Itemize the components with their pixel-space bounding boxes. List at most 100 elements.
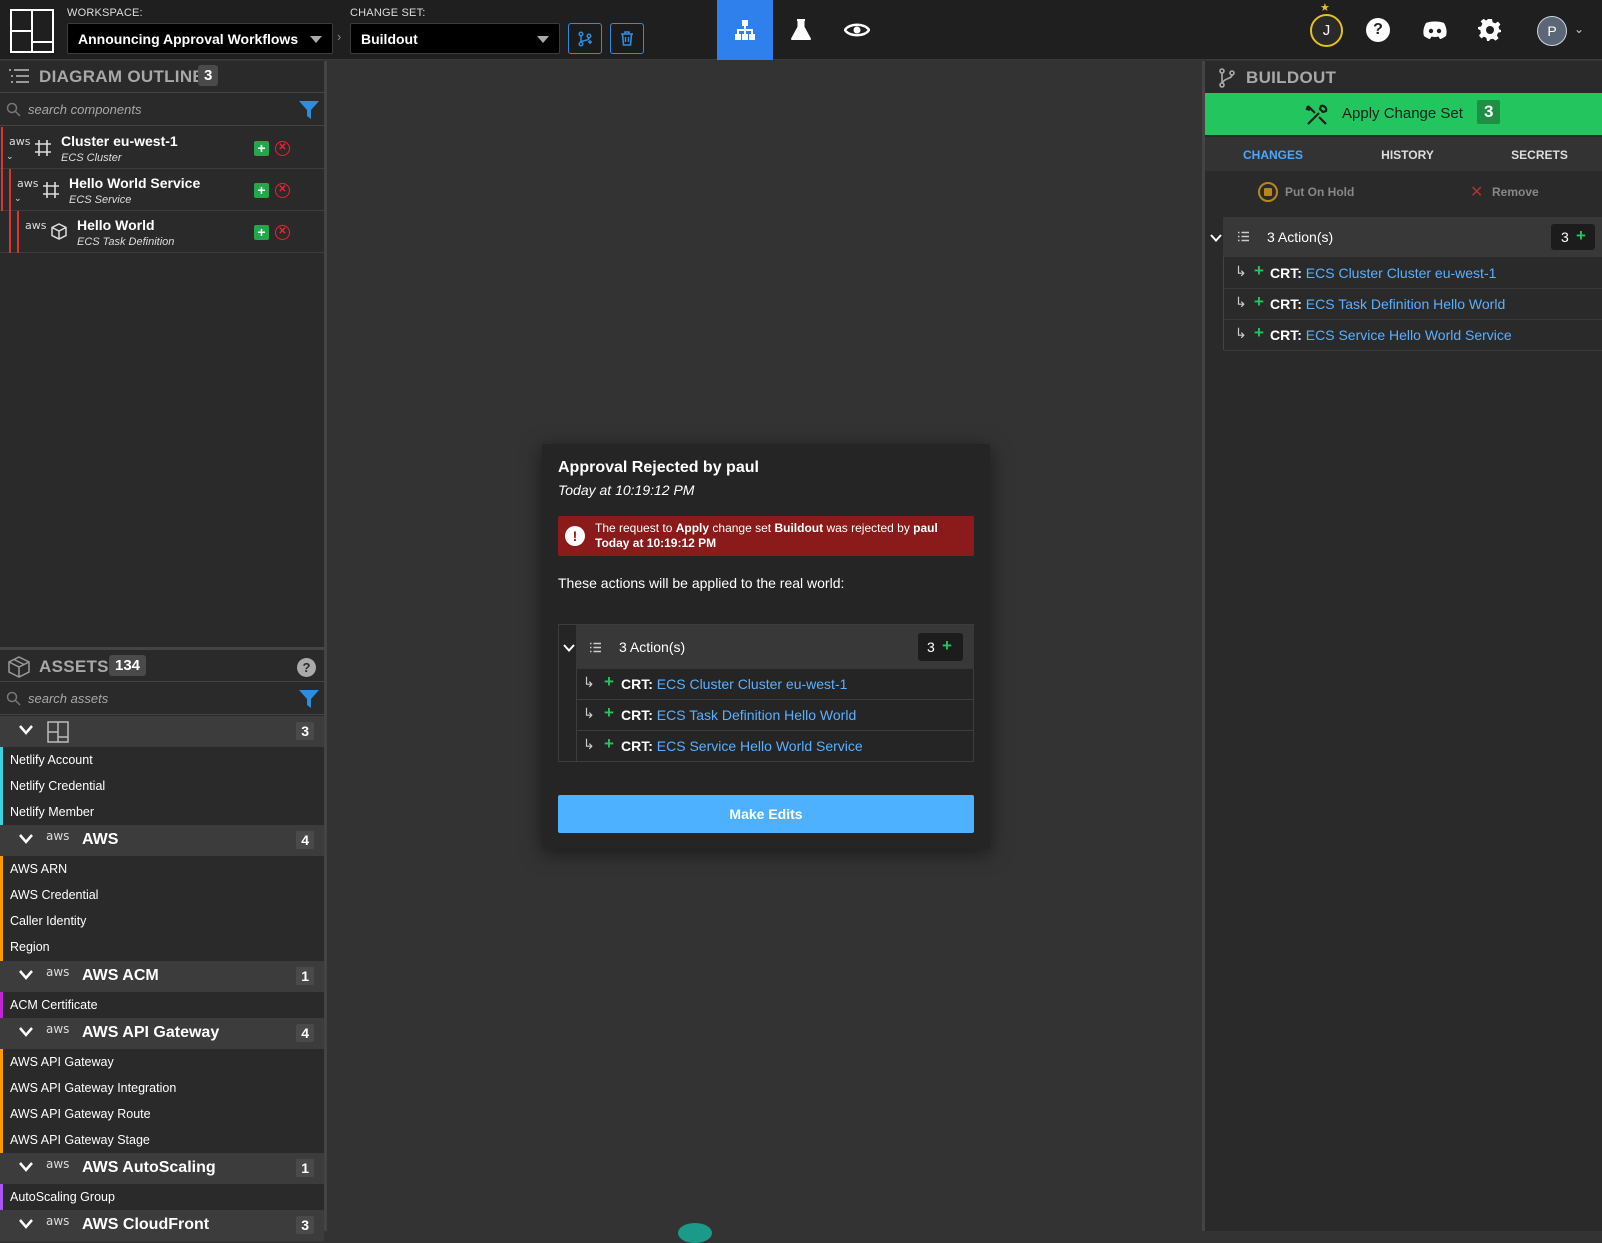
- eye-icon: [844, 23, 870, 37]
- discord-icon[interactable]: [1421, 18, 1449, 42]
- chevron-down-icon[interactable]: [18, 724, 34, 736]
- asset-item[interactable]: ACM Certificate: [0, 992, 324, 1018]
- alert-text-part: Buildout: [774, 521, 824, 535]
- diagram-icon: [735, 20, 755, 40]
- chevron-down-icon[interactable]: [18, 833, 34, 845]
- chevron-down-icon[interactable]: [18, 1161, 34, 1173]
- asset-item[interactable]: AWS API Gateway Stage: [0, 1127, 324, 1153]
- modal-title: Approval Rejected by paul: [558, 459, 759, 476]
- outline-item-task-definition[interactable]: aws Hello World ECS Task Definition + ✕: [0, 211, 324, 253]
- put-on-hold-button[interactable]: Put On Hold: [1285, 185, 1354, 199]
- alert-text: The request to Apply change set Buildout…: [595, 521, 970, 551]
- asset-item[interactable]: AutoScaling Group: [0, 1184, 324, 1210]
- delete-changeset-button[interactable]: [610, 23, 644, 54]
- filter-icon[interactable]: [298, 100, 320, 120]
- asset-item[interactable]: Netlify Credential: [0, 773, 324, 799]
- frame-icon: [35, 140, 51, 156]
- sub-arrow-icon: ↳: [583, 736, 595, 752]
- help-icon[interactable]: ?: [1366, 18, 1390, 42]
- chevron-down-icon[interactable]: [1209, 233, 1223, 243]
- asset-item[interactable]: AWS API Gateway Route: [0, 1101, 324, 1127]
- action-row[interactable]: ↳ + CRT: ECS Cluster Cluster eu-west-1: [1224, 258, 1602, 289]
- make-edits-button[interactable]: Make Edits: [558, 795, 974, 833]
- filter-icon[interactable]: [298, 689, 320, 709]
- create-changeset-button[interactable]: [568, 23, 602, 54]
- qualification-failed-icon: ✕: [275, 225, 290, 240]
- action-link[interactable]: ECS Task Definition Hello World: [1306, 296, 1505, 312]
- list-icon: [1238, 231, 1249, 242]
- asset-item[interactable]: AWS ARN: [0, 856, 324, 882]
- search-icon: [6, 691, 21, 706]
- action-link[interactable]: ECS Service Hello World Service: [657, 738, 863, 754]
- changeset-panel-title: BUILDOUT: [1246, 68, 1337, 87]
- view-mode-button[interactable]: [829, 0, 885, 60]
- asset-item[interactable]: Caller Identity: [0, 908, 324, 934]
- chevron-down-icon[interactable]: ⌄: [14, 193, 22, 204]
- added-icon: +: [254, 141, 269, 156]
- flask-icon: [791, 19, 811, 40]
- profile-avatar[interactable]: P: [1537, 16, 1567, 46]
- asset-search-input[interactable]: [28, 682, 278, 714]
- added-icon: +: [254, 183, 269, 198]
- remove-button[interactable]: Remove: [1492, 185, 1539, 199]
- action-kind: CRT:: [1270, 327, 1302, 343]
- asset-item[interactable]: Region: [0, 934, 324, 960]
- actions-group-header[interactable]: 3 Action(s) 3 +: [1223, 217, 1602, 257]
- frame-icon: [43, 182, 59, 198]
- added-icon: +: [254, 225, 269, 240]
- gear-icon[interactable]: [1477, 17, 1503, 43]
- help-icon[interactable]: ?: [297, 658, 316, 677]
- changeset-select[interactable]: Buildout: [350, 23, 560, 54]
- asset-item[interactable]: AWS Credential: [0, 882, 324, 908]
- chevron-down-icon[interactable]: ⌄: [1574, 22, 1584, 36]
- asset-category-aws-cloudfront[interactable]: aws AWS CloudFront 3: [0, 1210, 324, 1241]
- outline-item-name: Hello World Service: [69, 175, 201, 191]
- component-search-input[interactable]: [28, 93, 278, 125]
- alert-text-part: was rejected by: [823, 521, 914, 535]
- apply-change-set-button[interactable]: Apply Change Set 3: [1205, 93, 1602, 135]
- modal-actions-count: 3: [927, 639, 935, 655]
- action-link[interactable]: ECS Cluster Cluster eu-west-1: [657, 676, 848, 692]
- workspace-select[interactable]: Announcing Approval Workflows: [67, 23, 333, 54]
- asset-item[interactable]: Netlify Account: [0, 747, 324, 773]
- sub-arrow-icon: ↳: [583, 705, 595, 721]
- asset-category-aws-api-gateway[interactable]: aws AWS API Gateway 4: [0, 1018, 324, 1049]
- tab-changes[interactable]: CHANGES: [1205, 137, 1341, 171]
- asset-category-aws-autoscaling[interactable]: aws AWS AutoScaling 1: [0, 1153, 324, 1184]
- chevron-down-icon[interactable]: ⌄: [6, 151, 14, 162]
- asset-item[interactable]: AWS API Gateway Integration: [0, 1075, 324, 1101]
- modal-actions-label: 3 Action(s): [619, 639, 686, 655]
- remove-x-icon: ✕: [1470, 184, 1484, 201]
- alert-text-part: paul: [913, 521, 938, 535]
- action-row[interactable]: ↳ + CRT: ECS Task Definition Hello World: [1224, 289, 1602, 320]
- modal-action-row[interactable]: ↳ + CRT: ECS Task Definition Hello World: [576, 700, 974, 731]
- asset-category-aws-acm[interactable]: aws AWS ACM 1: [0, 961, 324, 992]
- action-link[interactable]: ECS Task Definition Hello World: [657, 707, 856, 723]
- tab-secrets[interactable]: SECRETS: [1474, 137, 1602, 171]
- action-link[interactable]: ECS Service Hello World Service: [1306, 327, 1512, 343]
- alert-text-part: change set: [709, 521, 775, 535]
- chevron-down-icon[interactable]: [562, 643, 576, 653]
- asset-category-aws[interactable]: aws AWS 4: [0, 825, 324, 856]
- alert-icon: !: [565, 526, 585, 546]
- lab-mode-button[interactable]: [773, 0, 829, 60]
- asset-item[interactable]: AWS API Gateway: [0, 1049, 324, 1075]
- model-mode-button[interactable]: [717, 0, 773, 60]
- action-link[interactable]: ECS Cluster Cluster eu-west-1: [1306, 265, 1497, 281]
- action-row[interactable]: ↳ + CRT: ECS Service Hello World Service: [1224, 320, 1602, 351]
- tab-history[interactable]: HISTORY: [1341, 137, 1474, 171]
- chevron-down-icon[interactable]: [18, 1218, 34, 1230]
- outline-item-service[interactable]: aws ⌄ Hello World Service ECS Service + …: [0, 169, 324, 211]
- qualification-failed-icon: ✕: [275, 141, 290, 156]
- modal-action-row[interactable]: ↳ + CRT: ECS Cluster Cluster eu-west-1: [576, 669, 974, 700]
- asset-category-name: AWS ACM: [82, 967, 159, 984]
- modal-action-row[interactable]: ↳ + CRT: ECS Service Hello World Service: [576, 731, 974, 762]
- chevron-down-icon[interactable]: [18, 1026, 34, 1038]
- chevron-down-icon[interactable]: [18, 969, 34, 981]
- app-logo[interactable]: [10, 9, 54, 53]
- asset-category-netlify[interactable]: 3: [0, 716, 324, 747]
- modal-actions-header[interactable]: 3 Action(s) 3 +: [576, 625, 974, 669]
- asset-item[interactable]: Netlify Member: [0, 799, 324, 825]
- user-avatar[interactable]: J: [1310, 14, 1343, 47]
- outline-item-cluster[interactable]: aws ⌄ Cluster eu-west-1 ECS Cluster + ✕: [0, 127, 324, 169]
